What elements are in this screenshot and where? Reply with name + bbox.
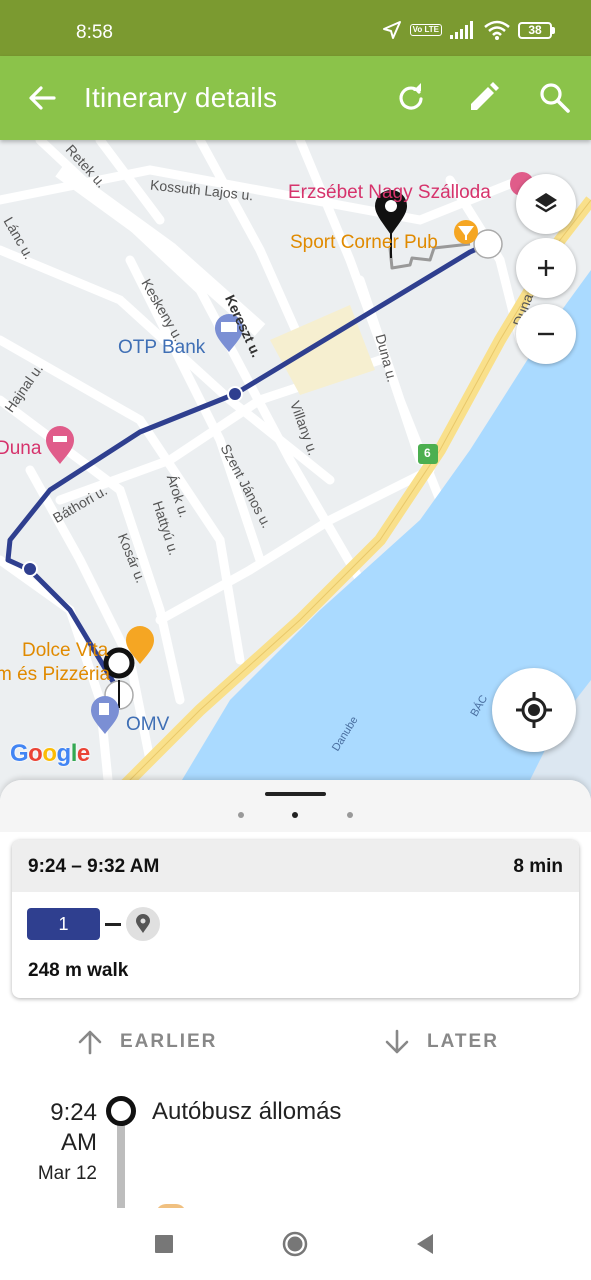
status-time: 8:58: [76, 22, 113, 43]
earlier-label: EARLIER: [120, 1031, 218, 1052]
poi-pub-label[interactable]: Sport Corner Pub: [290, 232, 438, 254]
arrow-down-icon: [385, 1029, 409, 1054]
poi-fuel-label[interactable]: OMV: [126, 714, 169, 736]
poi-pizzeria-label-2[interactable]: m és Pizzéria: [0, 664, 110, 686]
walk-destination-badge: [126, 907, 160, 941]
road-shield: 6: [424, 446, 431, 460]
layers-icon: [535, 193, 557, 213]
zoom-out-icon: [538, 332, 554, 336]
system-nav-bar: [0, 1208, 591, 1280]
recent-apps-icon[interactable]: [155, 1235, 173, 1253]
timeline-stop-marker: [106, 1096, 136, 1126]
battery-icon: 38: [518, 21, 555, 39]
bottom-sheet[interactable]: 9:24 – 9:32 AM 8 min 1 248 m walk EARLIE…: [0, 780, 591, 1208]
leg-date: Mar 12: [37, 1163, 97, 1184]
poi-hotel2-label[interactable]: Duna: [0, 438, 41, 460]
page-indicator-dot: [238, 812, 244, 818]
leg-time-ampm: AM: [61, 1129, 97, 1156]
poi-hotel-label[interactable]: Erzsébet Nagy Szálloda: [288, 182, 491, 204]
location-arrow-icon: [382, 21, 401, 39]
later-label: LATER: [427, 1031, 499, 1052]
status-bar: 8:58 Vo LTE 38: [0, 0, 591, 56]
wifi-icon: [484, 20, 510, 40]
layers-button[interactable]: [516, 174, 576, 234]
page-indicator-dot-active: [292, 812, 298, 818]
map-view[interactable]: Retek u. Kossuth Lajos u. Lánc u. Kesken…: [0, 140, 591, 800]
zoom-out-button[interactable]: [516, 304, 576, 364]
poi-bank-label[interactable]: OTP Bank: [118, 337, 205, 359]
page-title: Itinerary details: [84, 82, 278, 113]
sheet-header: [0, 780, 591, 832]
volte-icon: Vo LTE: [409, 24, 442, 36]
leg-stop-name[interactable]: Autóbusz állomás: [152, 1098, 341, 1126]
battery-level: 38: [518, 21, 552, 39]
arrow-back-icon[interactable]: [24, 80, 60, 116]
signal-icon: [450, 21, 473, 39]
place-icon: [136, 914, 150, 933]
app-bar: Itinerary details: [0, 56, 591, 140]
zoom-in-button[interactable]: [516, 238, 576, 298]
my-location-button[interactable]: [492, 668, 576, 752]
itinerary-time-range: 9:24 – 9:32 AM: [28, 856, 160, 877]
drag-handle[interactable]: [265, 792, 326, 796]
earlier-button[interactable]: EARLIER: [76, 1028, 217, 1056]
route-badge: 1: [27, 908, 100, 940]
itinerary-card-header: 9:24 – 9:32 AM 8 min: [12, 840, 579, 892]
walk-distance: 248 m walk: [28, 960, 129, 981]
edit-icon[interactable]: [465, 80, 501, 116]
refresh-icon[interactable]: [393, 80, 429, 116]
itinerary-card[interactable]: 9:24 – 9:32 AM 8 min 1 248 m walk: [12, 840, 579, 998]
status-icons: Vo LTE 38: [382, 20, 555, 40]
search-icon[interactable]: [537, 80, 573, 116]
leg-time-value: 9:24: [50, 1099, 97, 1126]
itinerary-duration: 8 min: [513, 856, 563, 877]
zoom-in-icon: [538, 260, 554, 276]
poi-pizzeria-label[interactable]: Dolce Vita: [22, 640, 108, 662]
leg-time: 9:24 AM: [50, 1098, 97, 1158]
my-location-icon: [516, 692, 552, 728]
route-connector: [105, 923, 121, 926]
later-button[interactable]: LATER: [383, 1028, 499, 1056]
back-icon[interactable]: [415, 1233, 435, 1255]
google-logo: Google: [10, 740, 90, 767]
home-icon[interactable]: [282, 1231, 308, 1257]
arrow-up-icon: [78, 1030, 102, 1055]
page-indicator-dot: [347, 812, 353, 818]
